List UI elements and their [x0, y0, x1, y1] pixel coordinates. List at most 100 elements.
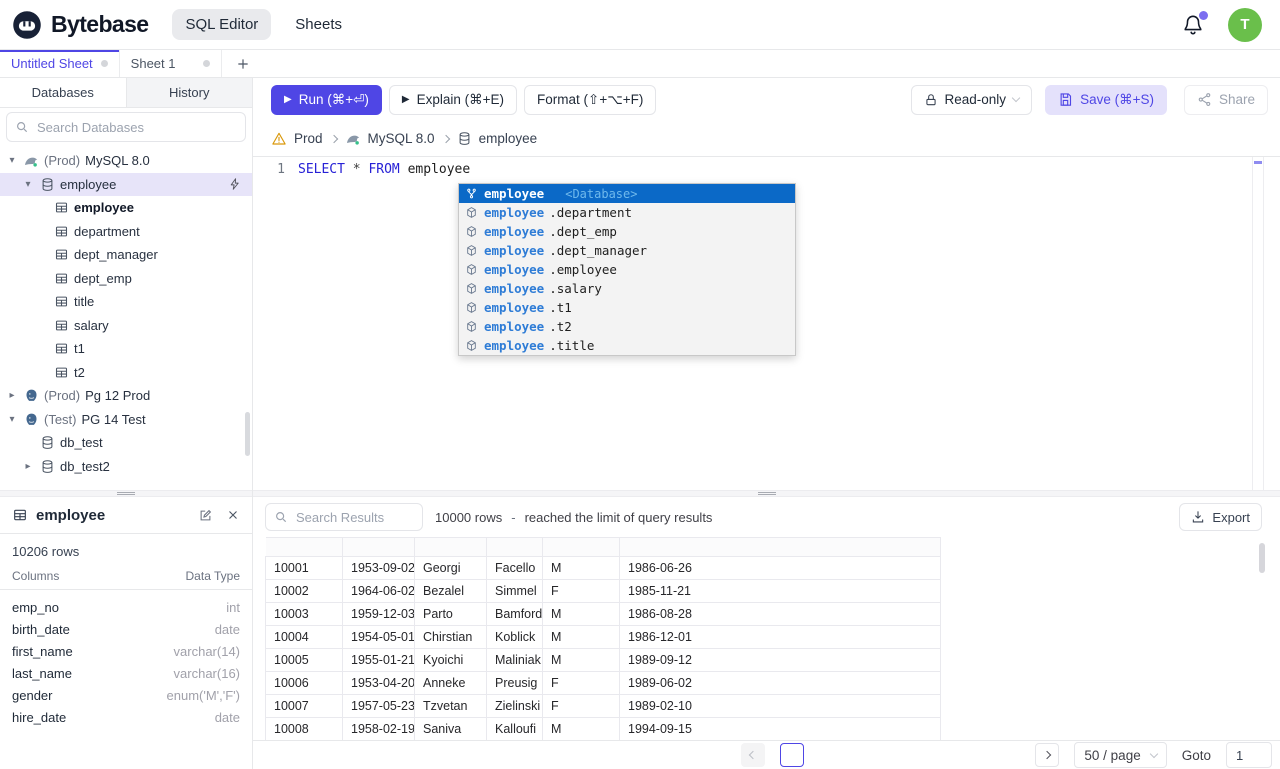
table-cell: 1959-12-03: [342, 602, 415, 626]
database-icon: [39, 435, 55, 451]
caret-icon[interactable]: [6, 155, 18, 166]
page-size-select[interactable]: 50 / page: [1074, 742, 1167, 768]
table-row[interactable]: 10002 1964-06-02 Bezalel Simmel F 1985-11-21: [265, 579, 1262, 603]
tree-item[interactable]: t2: [0, 361, 252, 385]
goto-page-input[interactable]: [1226, 742, 1272, 768]
search-databases-input[interactable]: [37, 119, 245, 135]
table-row[interactable]: 10007 1957-05-23 Tzvetan Zielinski F 1989-02-…: [265, 694, 1262, 718]
column-header[interactable]: [342, 537, 415, 557]
prev-page-button[interactable]: [741, 743, 766, 767]
table-row[interactable]: 10003 1959-12-03 Parto Bamford M 1986-08-28: [265, 602, 1262, 626]
tab-history[interactable]: History: [127, 78, 253, 107]
tree-item-label: db_test2: [60, 458, 110, 474]
notifications-button[interactable]: [1182, 10, 1208, 36]
table-cell: M: [542, 625, 620, 649]
caret-icon[interactable]: [22, 461, 34, 472]
suggestion-item[interactable]: employee .title: [459, 336, 795, 355]
run-button[interactable]: ▶ Run (⌘+⏎): [271, 84, 382, 115]
column-header[interactable]: [265, 537, 343, 557]
tree-item[interactable]: db_test2: [0, 455, 252, 479]
results-panel-resize-handle[interactable]: [253, 490, 1280, 497]
page-number[interactable]: [780, 743, 805, 767]
sidebar-panel-resize-handle[interactable]: [0, 490, 252, 497]
table-filler: [941, 626, 1262, 649]
tab-databases[interactable]: Databases: [0, 78, 127, 107]
export-button[interactable]: Export: [1179, 503, 1262, 531]
suggestion-selected[interactable]: employee <Database>: [459, 184, 795, 203]
suggestion-item[interactable]: employee .salary: [459, 279, 795, 298]
results-scrollbar[interactable]: [1259, 543, 1265, 573]
column-header[interactable]: [486, 537, 543, 557]
results-panel: 10000 rows - reached the limit of query …: [253, 497, 1280, 769]
tree-item[interactable]: (Test) PG 14 Test: [0, 408, 252, 432]
avatar[interactable]: T: [1228, 7, 1262, 42]
tree-item[interactable]: (Prod) MySQL 8.0: [0, 149, 252, 173]
nav-sheets[interactable]: Sheets: [295, 16, 342, 33]
tree-item[interactable]: title: [0, 290, 252, 314]
column-header[interactable]: [542, 537, 620, 557]
table-cell: F: [542, 579, 620, 603]
database-icon: [39, 176, 55, 192]
postgres-icon: [23, 388, 39, 404]
tree-item[interactable]: dept_emp: [0, 267, 252, 291]
suggestion-item[interactable]: employee .dept_emp: [459, 222, 795, 241]
suggestion-item[interactable]: employee .t1: [459, 298, 795, 317]
table-row[interactable]: 10005 1955-01-21 Kyoichi Maliniak M 1989-09-1…: [265, 648, 1262, 672]
close-icon[interactable]: [226, 508, 240, 522]
table-filler: [941, 718, 1262, 741]
tab-untitled-sheet[interactable]: Untitled Sheet: [0, 50, 120, 77]
next-page-button[interactable]: [1035, 743, 1060, 767]
caret-icon[interactable]: [6, 390, 18, 401]
search-icon: [276, 512, 287, 523]
table-filler: [941, 649, 1262, 672]
connect-bolt-icon[interactable]: [228, 177, 242, 191]
sql-code-editor[interactable]: 1 SELECT * FROM employee employee <Datab…: [253, 157, 1280, 490]
tree-item[interactable]: employee: [0, 196, 252, 220]
caret-icon[interactable]: [22, 179, 34, 190]
lock-icon: [925, 93, 936, 105]
sidebar-scrollbar[interactable]: [245, 412, 250, 456]
column-header[interactable]: [414, 537, 487, 557]
tab-sheet-1[interactable]: Sheet 1: [120, 50, 222, 77]
edit-schema-icon[interactable]: [198, 508, 213, 523]
table-row[interactable]: 10006 1953-04-20 Anneke Preusig F 1989-06-02: [265, 671, 1262, 695]
table-cell: Kyoichi: [414, 648, 487, 672]
add-sheet-button[interactable]: [222, 50, 264, 77]
sidebar: Databases History (Prod) MySQL 8.0: [0, 78, 253, 769]
tree-item[interactable]: department: [0, 220, 252, 244]
tree-item[interactable]: salary: [0, 314, 252, 338]
suggestion-item[interactable]: employee .dept_manager: [459, 241, 795, 260]
share-button[interactable]: Share: [1183, 84, 1268, 115]
suggestion-item[interactable]: employee .employee: [459, 260, 795, 279]
explain-button[interactable]: ▶ Explain (⌘+E): [388, 84, 518, 115]
warning-icon: [272, 132, 286, 145]
breadcrumb-database[interactable]: employee: [457, 131, 537, 146]
column-header[interactable]: [619, 537, 941, 557]
suggestion-item[interactable]: employee .t2: [459, 317, 795, 336]
breadcrumb-instance[interactable]: MySQL 8.0: [345, 131, 435, 147]
table-cell: 10002: [265, 579, 343, 603]
format-button[interactable]: Format (⇧+⌥+F): [524, 84, 657, 115]
tree-item[interactable]: employee: [0, 172, 252, 196]
table-row[interactable]: 10008 1958-02-19 Saniva Kalloufi M 1994-09-15: [265, 717, 1262, 741]
search-results-input[interactable]: [296, 509, 422, 525]
database-search-box[interactable]: [6, 112, 246, 142]
table-row[interactable]: 10001 1953-09-02 Georgi Facello M 1986-06-26: [265, 556, 1262, 580]
tree-item[interactable]: t1: [0, 337, 252, 361]
search-icon: [17, 122, 28, 133]
save-button[interactable]: Save (⌘+S): [1045, 84, 1167, 115]
table-row[interactable]: 10004 1954-05-01 Chirstian Koblick M 1986-12-…: [265, 625, 1262, 649]
tree-item[interactable]: (Prod) Pg 12 Prod: [0, 384, 252, 408]
brand[interactable]: Bytebase: [12, 10, 149, 40]
table-icon: [53, 364, 69, 380]
tree-item[interactable]: dept_manager: [0, 243, 252, 267]
caret-icon[interactable]: [6, 414, 18, 425]
nav-sql-editor[interactable]: SQL Editor: [172, 9, 272, 40]
breadcrumb-environment[interactable]: Prod: [271, 131, 323, 147]
readonly-mode-select[interactable]: Read-only: [910, 84, 1033, 115]
minimap[interactable]: [1252, 157, 1264, 490]
results-search-box[interactable]: [265, 503, 423, 531]
suggestion-item[interactable]: employee .department: [459, 203, 795, 222]
table-cell: 10008: [265, 717, 343, 740]
tree-item[interactable]: db_test: [0, 431, 252, 455]
